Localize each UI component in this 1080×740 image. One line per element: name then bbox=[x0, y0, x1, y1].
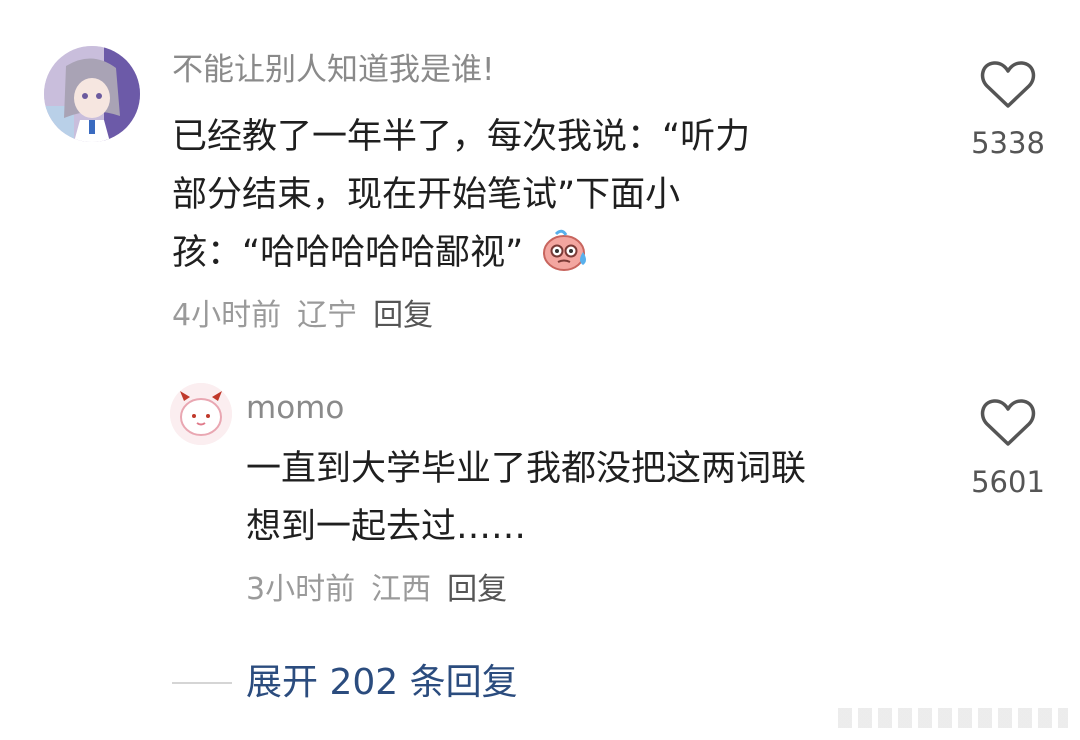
comment-meta: 4小时前 辽宁 回复 bbox=[172, 296, 433, 336]
reply-reply-button[interactable]: 回复 bbox=[447, 572, 507, 607]
comment-text-line-1: 已经教了一年半了，每次我说：“听力 bbox=[172, 117, 751, 157]
reply-timestamp: 3小时前 bbox=[246, 572, 356, 607]
reply-text-line-1: 一直到大学毕业了我都没把这两词联 bbox=[246, 449, 807, 489]
expand-replies-button[interactable]: 展开 202 条回复 bbox=[246, 660, 518, 706]
comment-username[interactable]: 不能让别人知道我是谁! bbox=[172, 50, 494, 90]
comment-text-line-3-row: 孩：“哈哈哈哈哈鄙视” bbox=[172, 224, 590, 290]
heart-icon[interactable] bbox=[980, 60, 1036, 110]
reply-avatar[interactable] bbox=[170, 383, 232, 445]
comment-reply-button[interactable]: 回复 bbox=[373, 298, 433, 333]
comment-region: 辽宁 bbox=[297, 298, 358, 333]
reply-text-line-2: 想到一起去过…… bbox=[246, 507, 527, 547]
heart-icon[interactable] bbox=[980, 398, 1036, 448]
comment-like-count: 5338 bbox=[971, 126, 1045, 160]
watermark bbox=[838, 708, 1068, 728]
cute-character-avatar-image bbox=[170, 383, 232, 445]
reply-username[interactable]: momo bbox=[246, 388, 344, 428]
reply-region: 江西 bbox=[371, 572, 432, 607]
divider-line bbox=[172, 682, 232, 684]
sweating-face-emoji-icon bbox=[542, 226, 590, 290]
reply-like-count: 5601 bbox=[971, 465, 1045, 499]
reply-meta: 3小时前 江西 回复 bbox=[246, 570, 507, 610]
comment-text-line-3: 孩：“哈哈哈哈哈鄙视” bbox=[172, 233, 524, 273]
comment-text-line-2: 部分结束，现在开始笔试”下面小 bbox=[172, 175, 681, 215]
anime-avatar-image bbox=[44, 46, 140, 142]
comment-timestamp: 4小时前 bbox=[172, 298, 282, 333]
avatar[interactable] bbox=[44, 46, 140, 142]
